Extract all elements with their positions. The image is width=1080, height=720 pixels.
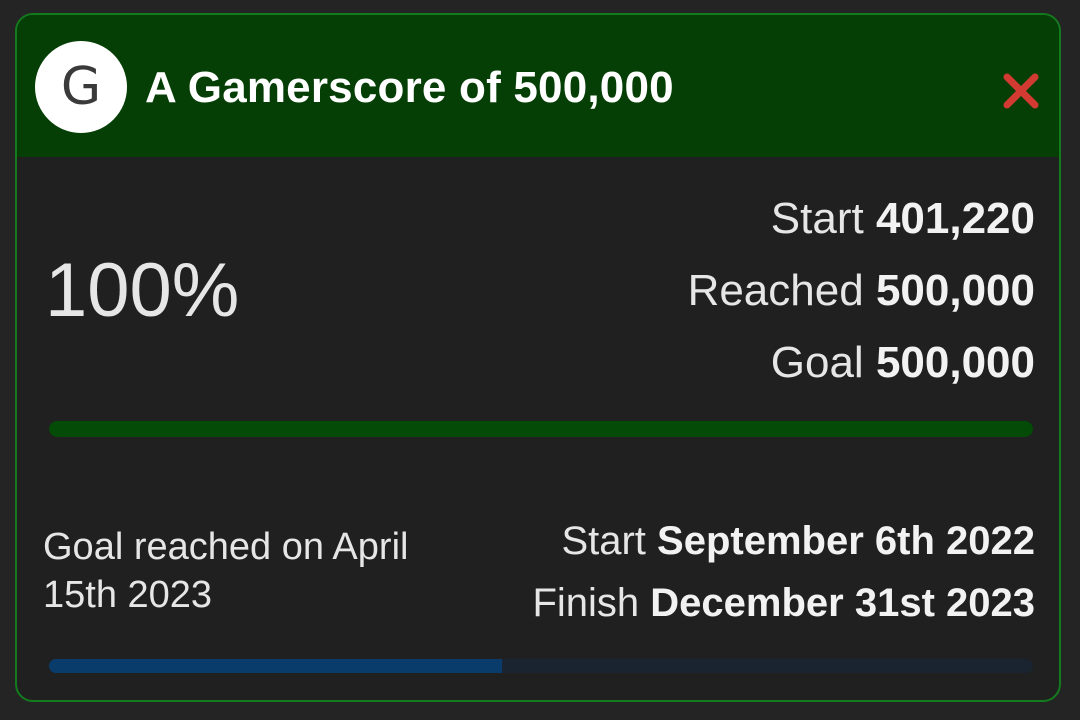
- date-start: Start September 6th 2022: [532, 515, 1035, 577]
- stat-goal-label: Goal: [770, 338, 864, 387]
- goal-title: A Gamerscore of 500,000: [145, 63, 674, 112]
- date-finish-label: Finish: [532, 581, 640, 625]
- stat-reached-label: Reached: [687, 266, 864, 315]
- date-start-value: September 6th 2022: [657, 519, 1035, 563]
- date-finish-value: December 31st 2023: [650, 581, 1035, 625]
- goal-progress-fill: [49, 421, 1033, 437]
- goal-avatar: G: [35, 41, 127, 133]
- progress-percent: 100%: [45, 248, 240, 333]
- stat-start: Start 401,220: [688, 191, 1035, 263]
- goal-reached-note: Goal reached on April 15th 2023: [43, 526, 409, 616]
- stat-goal-value: 500,000: [875, 338, 1035, 387]
- goal-progress-bar: [49, 421, 1033, 437]
- stat-start-label: Start: [770, 194, 864, 243]
- goal-header: G A Gamerscore of 500,000: [17, 15, 1059, 157]
- stat-start-value: 401,220: [875, 194, 1035, 243]
- stat-goal: Goal 500,000: [688, 335, 1035, 407]
- time-progress-fill: [49, 659, 502, 673]
- time-progress-bar: [49, 659, 1033, 673]
- goal-card[interactable]: G A Gamerscore of 500,000 100% Start 401…: [15, 13, 1061, 702]
- goal-stats: Start 401,220 Reached 500,000 Goal 500,0…: [688, 191, 1035, 407]
- stat-reached: Reached 500,000: [688, 263, 1035, 335]
- close-icon[interactable]: [1001, 71, 1041, 111]
- stat-reached-value: 500,000: [875, 266, 1035, 315]
- goal-dates: Start September 6th 2022 Finish December…: [532, 515, 1035, 639]
- date-finish: Finish December 31st 2023: [532, 577, 1035, 639]
- date-start-label: Start: [561, 519, 646, 563]
